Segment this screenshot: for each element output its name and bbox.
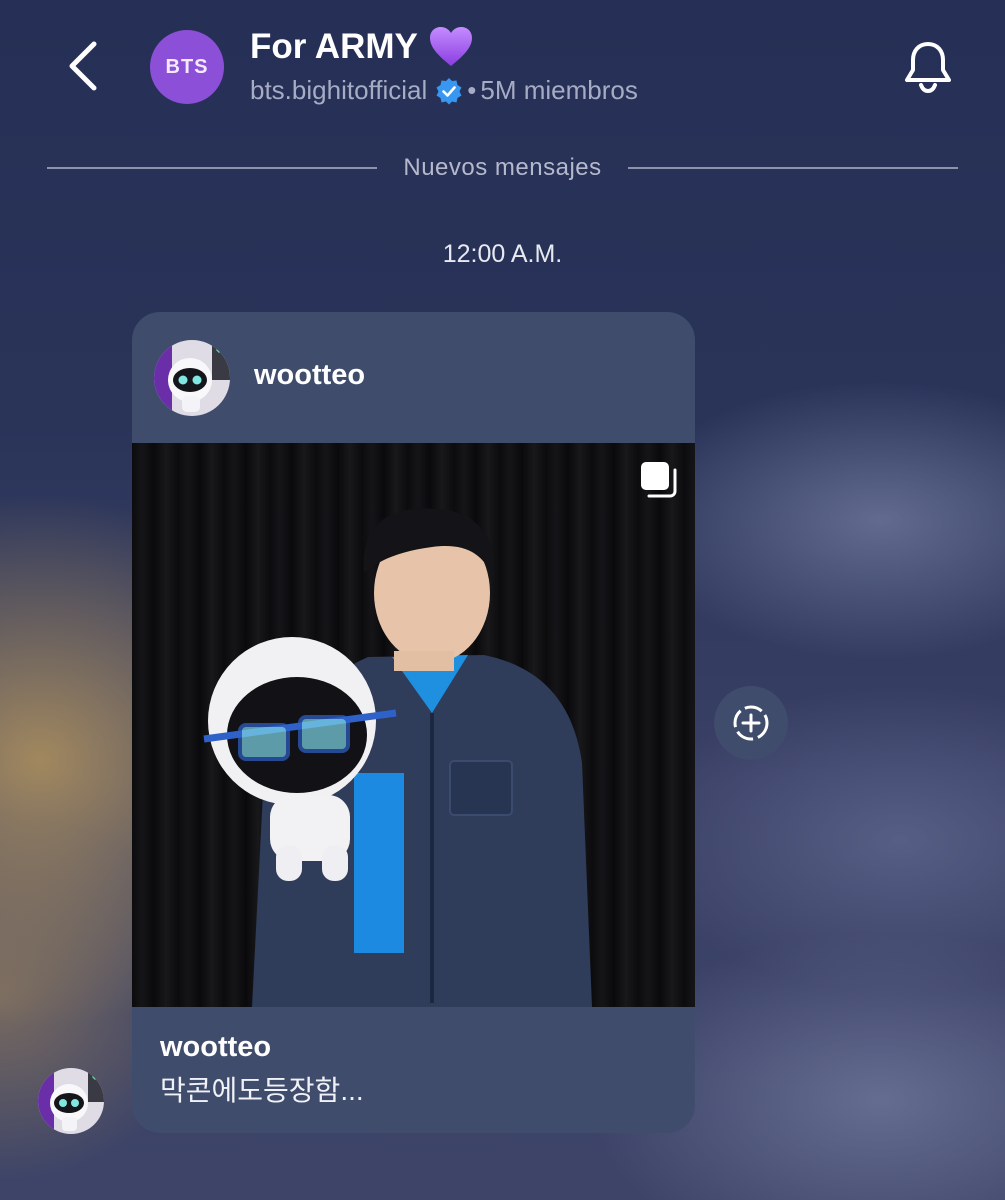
post-caption: 막콘에도등장함...: [160, 1075, 364, 1106]
divider-line-left: [47, 167, 378, 169]
channel-title-text: For ARMY: [250, 27, 418, 66]
message-timestamp: 12:00 A.M.: [442, 240, 563, 268]
sender-avatar[interactable]: [38, 1068, 104, 1134]
author-avatar[interactable]: [154, 340, 230, 416]
divider-label: Nuevos mensajes: [403, 154, 602, 181]
multiple-images-icon: [641, 462, 677, 498]
shared-post-card[interactable]: wootteo wootteo 막콘에도등장함...: [132, 312, 695, 1133]
footer-author-name[interactable]: wootteo: [160, 1031, 271, 1064]
post-author-name[interactable]: wootteo: [254, 359, 365, 392]
post-footer[interactable]: wootteo 막콘에도등장함...: [132, 1007, 695, 1133]
channel-avatar-text: BTS: [165, 55, 209, 78]
channel-avatar[interactable]: BTS: [150, 30, 224, 104]
channel-header: BTS For ARMY bts.bighitofficial • 5M mie…: [0, 0, 1005, 140]
divider-line-right: [627, 167, 959, 169]
subtitle-separator: •: [467, 75, 477, 105]
add-circle-icon: [733, 705, 769, 741]
channel-subtitle: bts.bighitofficial • 5M miembros: [250, 75, 638, 106]
purple-heart-icon: [429, 27, 472, 66]
verified-badge-icon: [436, 77, 462, 104]
post-header[interactable]: wootteo: [132, 312, 695, 443]
new-messages-divider: Nuevos mensajes: [47, 148, 959, 188]
member-count: 5M miembros: [480, 75, 638, 105]
bell-icon[interactable]: [902, 38, 954, 94]
back-chevron-icon[interactable]: [62, 38, 106, 94]
post-image[interactable]: [132, 443, 695, 1007]
post-photo-illustration: [203, 508, 592, 1007]
channel-title[interactable]: For ARMY: [250, 26, 474, 68]
add-circle-button[interactable]: [714, 686, 788, 760]
account-name[interactable]: bts.bighitofficial: [250, 75, 427, 106]
